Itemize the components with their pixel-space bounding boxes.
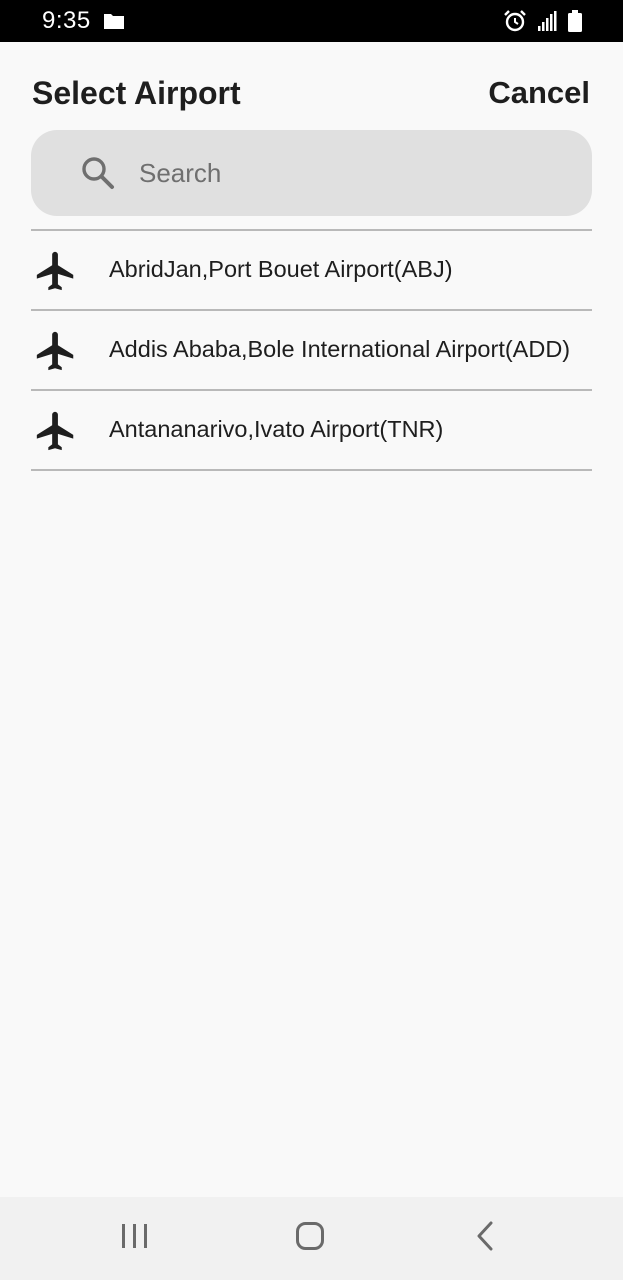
cancel-button[interactable]: Cancel [488,75,590,111]
airplane-icon [33,408,79,459]
page-title: Select Airport [32,75,241,111]
list-item[interactable]: Antananarivo,Ivato Airport(TNR) [31,391,592,471]
search-box[interactable] [31,130,592,216]
system-nav-bar [0,1197,623,1280]
airplane-icon [33,248,79,299]
folder-icon [103,12,125,35]
home-button[interactable] [265,1197,355,1280]
search-icon [81,156,115,195]
list-item[interactable]: AbridJan,Port Bouet Airport(ABJ) [31,231,592,311]
list-item[interactable]: Addis Ababa,Bole International Airport(A… [31,311,592,391]
search-input[interactable] [139,150,559,196]
list-item-label: Antananarivo,Ivato Airport(TNR) [109,416,444,442]
back-button[interactable] [440,1197,530,1280]
airport-list: AbridJan,Port Bouet Airport(ABJ) Addis A… [31,229,592,471]
airplane-icon [33,328,79,379]
signal-icon [537,10,557,37]
list-item-label: AbridJan,Port Bouet Airport(ABJ) [109,256,453,282]
home-icon [295,1221,325,1256]
header: Select Airport Cancel [0,42,623,130]
alarm-icon [503,9,527,38]
recent-apps-icon [120,1222,150,1255]
status-time: 9:35 [42,7,91,34]
back-icon [475,1221,495,1256]
status-bar: 9:35 [0,0,623,42]
status-indicators [503,9,583,38]
battery-icon [567,9,583,38]
recent-apps-button[interactable] [90,1197,180,1280]
list-item-label: Addis Ababa,Bole International Airport(A… [109,336,571,362]
